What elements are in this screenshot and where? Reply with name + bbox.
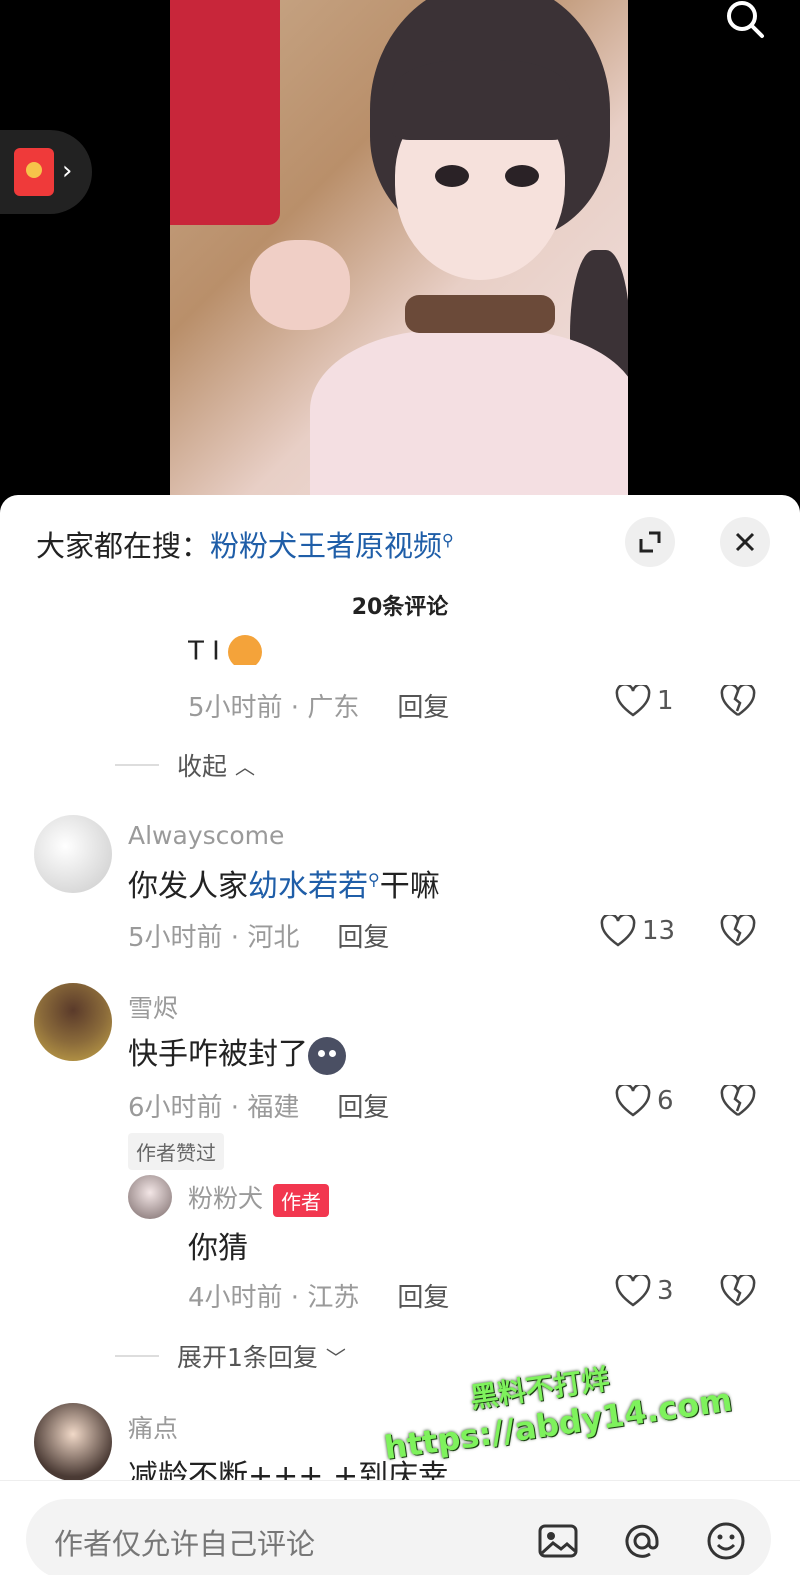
heart-icon	[600, 915, 636, 947]
emoji-icon	[308, 1036, 346, 1075]
search-small-icon: ⚲	[442, 530, 454, 550]
trending-prefix: 大家都在搜：	[36, 529, 211, 563]
like-button[interactable]: 6	[615, 1085, 674, 1117]
comment-text-part: 干嘛	[379, 869, 440, 904]
divider	[115, 1355, 159, 1357]
expand-icon	[639, 531, 661, 553]
author-tag: 作者	[273, 1183, 330, 1217]
comment-input-bar: 作者仅允许自己评论	[0, 1480, 800, 1575]
video-frame[interactable]	[170, 0, 628, 500]
expand-label: 展开1条回复	[177, 1343, 318, 1372]
reply-time-location: 4小时前 · 江苏	[188, 1283, 360, 1313]
heart-icon	[615, 685, 651, 717]
comment-text-part: 快手咋被封了	[128, 1037, 308, 1072]
comment-count: 20条评论	[351, 595, 449, 620]
search-small-icon: ⚲	[368, 870, 380, 889]
like-button[interactable]: 13	[600, 915, 675, 947]
expand-replies[interactable]: 展开1条回复 ﹀	[115, 1338, 346, 1374]
reply-text: 你猜	[188, 1231, 248, 1266]
username[interactable]: 粉粉犬	[188, 1184, 263, 1213]
like-button[interactable]: 1	[615, 685, 674, 717]
red-packet-button[interactable]: ›	[0, 130, 92, 214]
username[interactable]: Alwayscome	[128, 821, 284, 850]
reply-button[interactable]: 回复	[397, 693, 449, 723]
author-liked-badge: 作者赞过	[128, 1133, 224, 1170]
broken-heart-icon[interactable]	[720, 685, 756, 717]
video-bangs	[392, 60, 570, 140]
close-button[interactable]	[720, 517, 770, 567]
like-count: 1	[657, 686, 674, 716]
broken-heart-icon[interactable]	[720, 1085, 756, 1117]
watermark: 黑料不打烊 https://abdy14.com	[376, 1341, 735, 1467]
avatar[interactable]	[34, 983, 112, 1061]
like-button[interactable]: 3	[615, 1275, 674, 1307]
input-placeholder: 作者仅允许自己评论	[54, 1527, 316, 1561]
comment-sheet: 大家都在搜：粉粉犬王者原视频⚲ 20条评论 T I 5小时前 · 广东 回复 1 …	[0, 495, 800, 1575]
emoji-picker-icon[interactable]	[704, 1519, 748, 1563]
avatar[interactable]	[34, 815, 112, 893]
image-icon[interactable]	[536, 1519, 580, 1563]
at-mention-icon[interactable]	[620, 1519, 664, 1563]
chevron-up-icon: ︿	[235, 754, 256, 779]
collapse-label: 收起	[177, 752, 228, 781]
divider	[115, 764, 159, 766]
comment-time-location: 5小时前 · 河北	[128, 923, 300, 953]
heart-icon	[615, 1085, 651, 1117]
video-player[interactable]: ›	[0, 0, 800, 500]
video-collar	[405, 295, 555, 333]
heart-icon	[615, 1275, 651, 1307]
truncated-text: T I	[188, 636, 220, 666]
username[interactable]: 雪烬	[128, 989, 178, 1025]
chevron-down-icon: ﹀	[325, 1345, 346, 1370]
collapse-replies[interactable]: 收起 ︿	[115, 747, 255, 783]
comment-text: 快手咋被封了	[128, 1029, 346, 1075]
username[interactable]: 痛点	[128, 1409, 178, 1445]
broken-heart-icon[interactable]	[720, 1275, 756, 1307]
video-dress	[310, 330, 628, 500]
like-count: 3	[657, 1276, 674, 1306]
reply-time-location: 5小时前 · 广东	[188, 693, 360, 723]
emoji-icon	[228, 635, 263, 665]
search-icon[interactable]	[720, 0, 770, 40]
video-eye-right	[505, 165, 539, 187]
close-icon	[735, 532, 755, 552]
reply-button[interactable]: 回复	[337, 1093, 389, 1123]
trending-keyword[interactable]: 粉粉犬王者原视频	[210, 529, 442, 563]
comment-keyword-link[interactable]: 幼水若若	[248, 869, 368, 904]
background-panel	[170, 0, 280, 225]
broken-heart-icon[interactable]	[720, 915, 756, 947]
comment-meta: 6小时前 · 福建 回复	[128, 1087, 389, 1124]
reply-meta: 4小时前 · 江苏 回复	[188, 1277, 449, 1314]
truncated-reply-text: T I	[188, 635, 263, 666]
comment-text: 你发人家幼水若若⚲干嘛	[128, 861, 440, 905]
comment-text-part: 你发人家	[128, 869, 248, 904]
avatar[interactable]	[128, 1175, 172, 1219]
like-count: 13	[642, 916, 676, 946]
chevron-right-icon: ›	[62, 156, 73, 186]
trending-search[interactable]: 大家都在搜：粉粉犬王者原视频⚲	[36, 523, 454, 565]
reply-meta: 5小时前 · 广东 回复	[188, 687, 449, 724]
comment-time-location: 6小时前 · 福建	[128, 1093, 300, 1123]
like-count: 6	[657, 1086, 674, 1116]
comment-meta: 5小时前 · 河北 回复	[128, 917, 389, 954]
avatar[interactable]	[34, 1403, 112, 1481]
expand-button[interactable]	[625, 517, 675, 567]
video-eye-left	[435, 165, 469, 187]
reply-username-row: 粉粉犬 作者	[188, 1179, 330, 1217]
comment-input[interactable]: 作者仅允许自己评论	[26, 1499, 771, 1575]
reply-button[interactable]: 回复	[337, 923, 389, 953]
reply-button[interactable]: 回复	[397, 1283, 449, 1313]
red-envelope-icon	[14, 148, 54, 196]
video-hand	[250, 240, 350, 330]
